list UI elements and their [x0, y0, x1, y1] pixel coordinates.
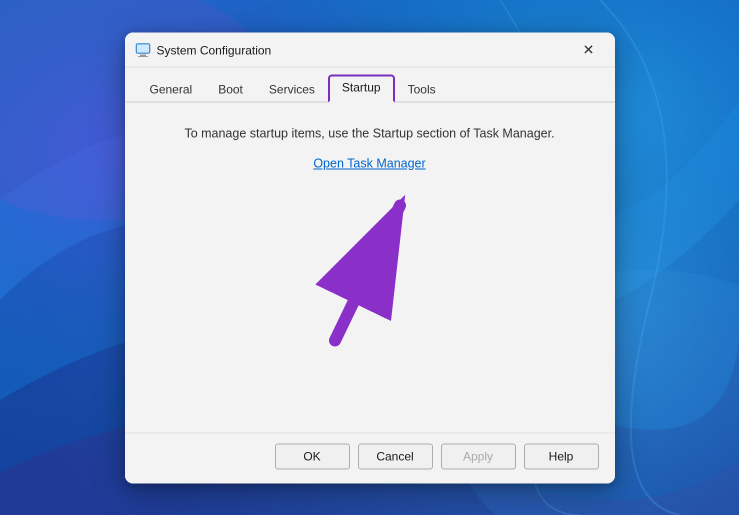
link-container: Open Task Manager: [145, 156, 595, 170]
cancel-button[interactable]: Cancel: [358, 443, 433, 469]
system-configuration-dialog: System Configuration ✕ General Boot Serv…: [125, 32, 615, 483]
tab-startup[interactable]: Startup: [328, 74, 395, 102]
info-text: To manage startup items, use the Startup…: [145, 126, 595, 140]
tab-general[interactable]: General: [137, 77, 206, 102]
arrow-container: [145, 180, 595, 360]
arrow-indicator: [290, 180, 450, 360]
ok-button[interactable]: OK: [275, 443, 350, 469]
tab-boot[interactable]: Boot: [205, 77, 256, 102]
title-bar-left: System Configuration: [135, 42, 272, 58]
tab-services[interactable]: Services: [256, 77, 328, 102]
dialog-icon: [135, 42, 151, 58]
apply-button[interactable]: Apply: [441, 443, 516, 469]
dialog-title: System Configuration: [157, 43, 272, 57]
open-task-manager-link[interactable]: Open Task Manager: [313, 156, 425, 170]
help-button[interactable]: Help: [524, 443, 599, 469]
tab-tools[interactable]: Tools: [395, 77, 449, 102]
dialog-content: To manage startup items, use the Startup…: [125, 102, 615, 432]
close-button[interactable]: ✕: [575, 40, 603, 60]
title-bar: System Configuration ✕: [125, 32, 615, 67]
tabs-bar: General Boot Services Startup Tools: [125, 67, 615, 101]
dialog-footer: OK Cancel Apply Help: [125, 432, 615, 483]
